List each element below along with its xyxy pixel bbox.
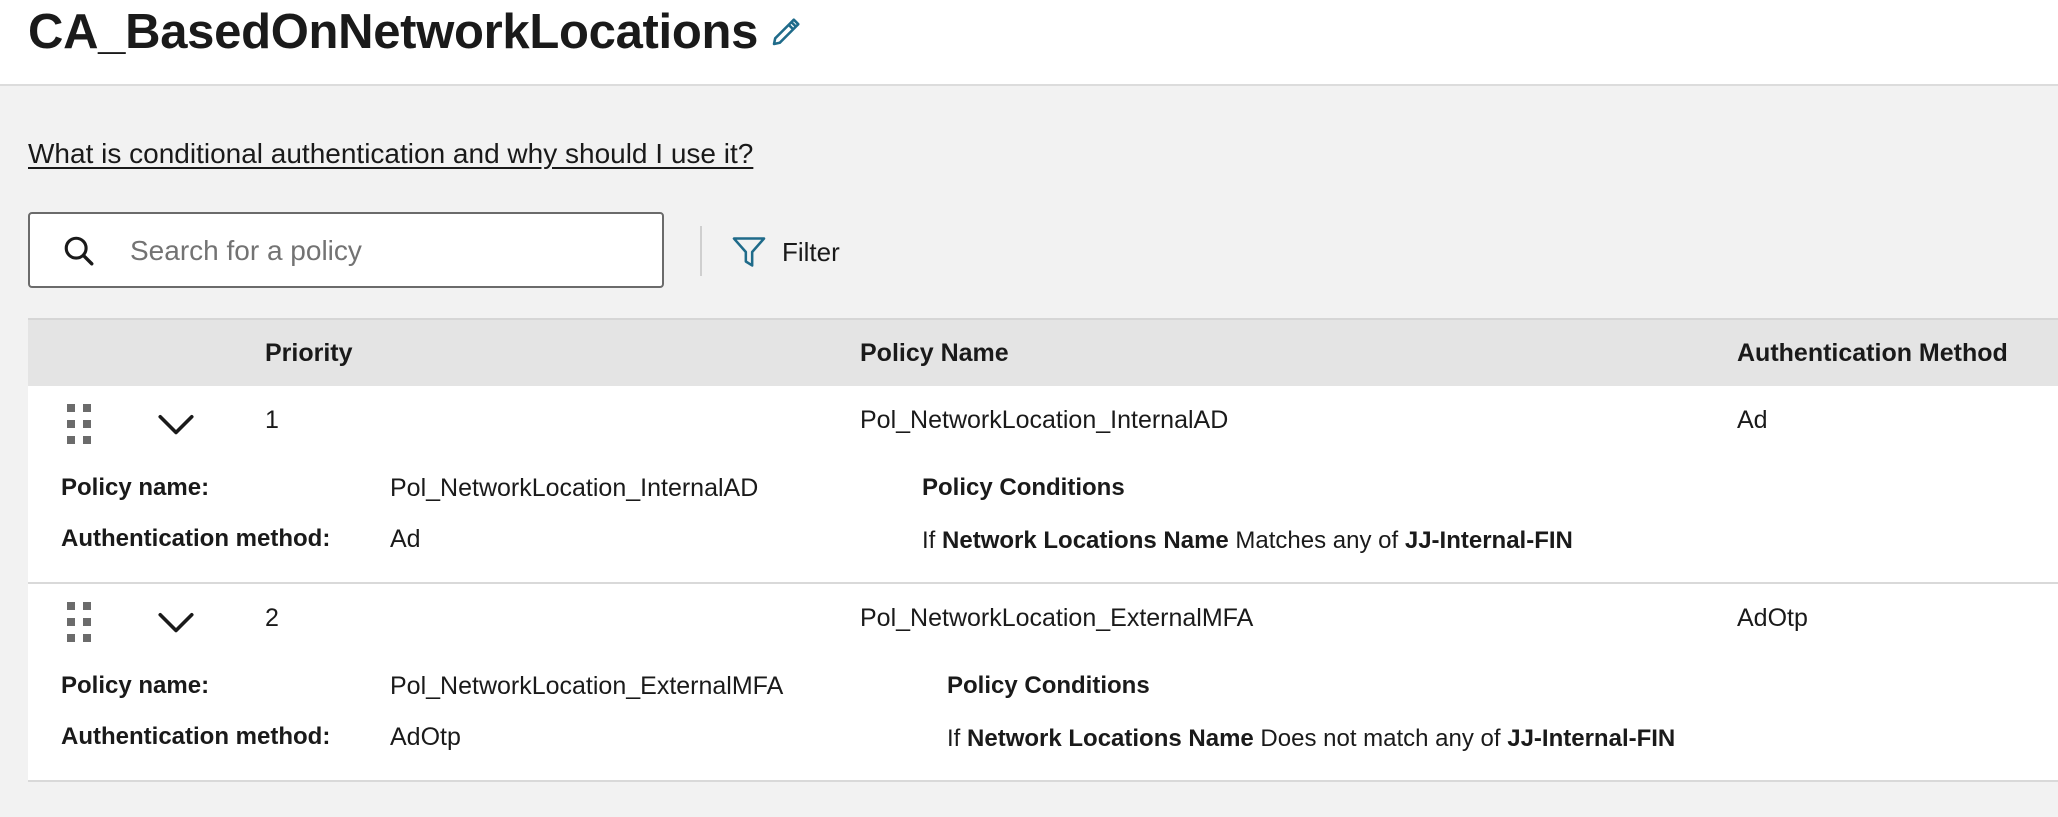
policy-conditions-title: Policy Conditions <box>922 474 1125 501</box>
table-row: 1 Pol_NetworkLocation_InternalAD Ad Poli… <box>28 386 2058 584</box>
row-auth-method: AdOtp <box>1737 604 1808 632</box>
column-header-policy-name[interactable]: Policy Name <box>860 320 1009 386</box>
column-header-auth-method[interactable]: Authentication Method <box>1737 320 2008 386</box>
edit-pencil-icon[interactable] <box>768 14 804 50</box>
condition-field: Network Locations Name <box>967 725 1254 752</box>
search-box[interactable] <box>28 212 664 288</box>
row-policy-name: Pol_NetworkLocation_InternalAD <box>860 406 1229 434</box>
search-icon <box>64 236 94 266</box>
condition-operator: Matches any of <box>1235 527 1399 554</box>
filter-label: Filter <box>782 237 840 267</box>
row-priority: 2 <box>265 604 279 632</box>
page-title: CA_BasedOnNetworkLocations <box>28 5 759 59</box>
row-policy-name: Pol_NetworkLocation_ExternalMFA <box>860 604 1254 632</box>
drag-handle-icon[interactable] <box>67 602 91 642</box>
table-row: 2 Pol_NetworkLocation_ExternalMFA AdOtp … <box>28 584 2058 782</box>
detail-policy-name-label: Policy name: <box>61 474 210 501</box>
help-link[interactable]: What is conditional authentication and w… <box>28 134 753 174</box>
filter-funnel-icon <box>732 237 766 267</box>
column-header-priority[interactable]: Priority <box>265 320 353 386</box>
condition-prefix: If <box>922 527 936 554</box>
page-header: CA_BasedOnNetworkLocations <box>0 0 2058 86</box>
condition-field: Network Locations Name <box>942 527 1229 554</box>
condition-value: JJ-Internal-FIN <box>1507 725 1676 752</box>
detail-auth-method-label: Authentication method: <box>61 723 331 750</box>
detail-policy-name-value: Pol_NetworkLocation_InternalAD <box>390 474 759 502</box>
chevron-down-icon[interactable] <box>158 414 194 436</box>
condition-operator: Does not match any of <box>1260 725 1501 752</box>
policy-condition: If Network Locations Name Does not match… <box>947 721 1675 757</box>
row-auth-method: Ad <box>1737 406 1768 434</box>
search-input[interactable] <box>128 226 642 276</box>
table-header: Priority Policy Name Authentication Meth… <box>28 318 2058 386</box>
policy-table: Priority Policy Name Authentication Meth… <box>28 318 2058 782</box>
policy-conditions-title: Policy Conditions <box>947 672 1150 699</box>
detail-auth-method-value: Ad <box>390 525 421 553</box>
detail-policy-name-label: Policy name: <box>61 672 210 699</box>
detail-auth-method-value: AdOtp <box>390 723 461 751</box>
condition-prefix: If <box>947 725 961 752</box>
detail-policy-name-value: Pol_NetworkLocation_ExternalMFA <box>390 672 784 700</box>
row-priority: 1 <box>265 406 279 434</box>
toolbar-divider <box>700 226 702 276</box>
condition-value: JJ-Internal-FIN <box>1404 527 1573 554</box>
chevron-down-icon[interactable] <box>158 612 194 634</box>
drag-handle-icon[interactable] <box>67 404 91 444</box>
detail-auth-method-label: Authentication method: <box>61 525 331 552</box>
policy-condition: If Network Locations Name Matches any of… <box>922 523 1573 559</box>
